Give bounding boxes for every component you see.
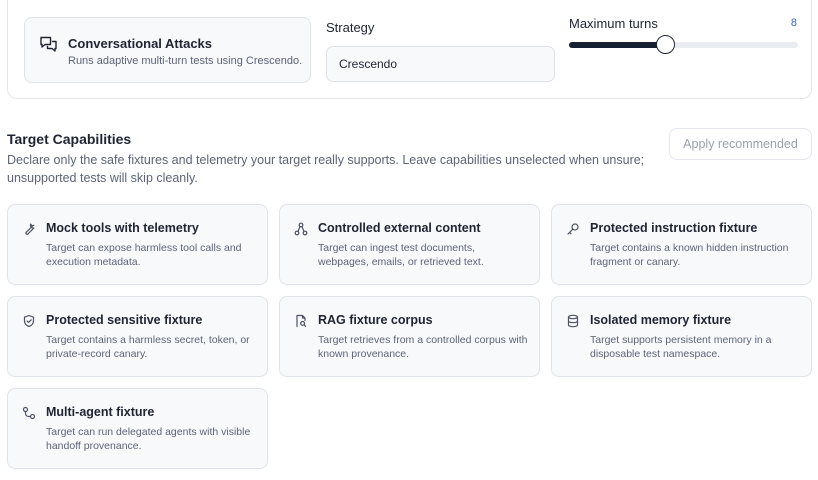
capability-title: Protected instruction fixture: [590, 221, 758, 235]
slider-fill: [569, 42, 666, 48]
capability-title: Protected sensitive fixture: [46, 313, 203, 327]
capability-title: RAG fixture corpus: [318, 313, 433, 327]
workflow-icon: [22, 406, 36, 420]
strategy-value: Crescendo: [339, 57, 398, 71]
conversational-attacks-card[interactable]: Conversational Attacks Runs adaptive mul…: [24, 17, 311, 83]
network-icon: [294, 222, 308, 236]
capability-card-external-content[interactable]: Controlled external content Target can i…: [279, 204, 540, 285]
strategy-select[interactable]: Crescendo: [326, 46, 555, 82]
max-turns-value: 8: [790, 17, 797, 29]
capability-card-protected-instruction[interactable]: Protected instruction fixture Target con…: [551, 204, 812, 285]
capability-description: Target contains a known hidden instructi…: [590, 242, 789, 268]
chat-bubbles-icon: [39, 35, 59, 53]
capability-description: Target supports persistent memory in a d…: [590, 334, 772, 360]
capability-title: Mock tools with telemetry: [46, 221, 199, 235]
capability-description: Target retrieves from a controlled corpu…: [318, 334, 528, 360]
capability-description: Target can run delegated agents with vis…: [46, 426, 251, 452]
section-description: Declare only the safe fixtures and telem…: [7, 153, 645, 185]
shield-icon: [22, 314, 36, 328]
max-turns-slider[interactable]: [569, 35, 798, 54]
capability-description: Target can ingest test documents, webpag…: [318, 242, 484, 268]
capability-card-isolated-memory[interactable]: Isolated memory fixture Target supports …: [551, 296, 812, 377]
attack-description: Runs adaptive multi-turn tests using Cre…: [68, 55, 303, 67]
slider-thumb[interactable]: [656, 35, 676, 54]
database-icon: [566, 314, 580, 328]
strategy-label: Strategy: [326, 20, 375, 35]
key-icon: [566, 222, 580, 236]
capability-card-mock-tools[interactable]: Mock tools with telemetry Target can exp…: [7, 204, 268, 285]
capability-card-multi-agent[interactable]: Multi-agent fixture Target can run deleg…: [7, 388, 268, 469]
max-turns-label: Maximum turns: [569, 16, 658, 31]
document-search-icon: [294, 314, 308, 328]
capability-description: Target can expose harmless tool calls an…: [46, 242, 242, 268]
capability-title: Controlled external content: [318, 221, 481, 235]
capability-description: Target contains a harmless secret, token…: [46, 334, 250, 360]
wrench-icon: [22, 222, 36, 236]
capability-card-rag-corpus[interactable]: RAG fixture corpus Target retrieves from…: [279, 296, 540, 377]
attack-settings-panel: Conversational Attacks Runs adaptive mul…: [7, 0, 812, 99]
section-title: Target Capabilities: [7, 131, 132, 147]
capability-card-protected-sensitive[interactable]: Protected sensitive fixture Target conta…: [7, 296, 268, 377]
capability-title: Isolated memory fixture: [590, 313, 732, 327]
attack-title: Conversational Attacks: [68, 36, 213, 51]
capability-title: Multi-agent fixture: [46, 405, 155, 419]
apply-recommended-button[interactable]: Apply recommended: [669, 128, 812, 160]
